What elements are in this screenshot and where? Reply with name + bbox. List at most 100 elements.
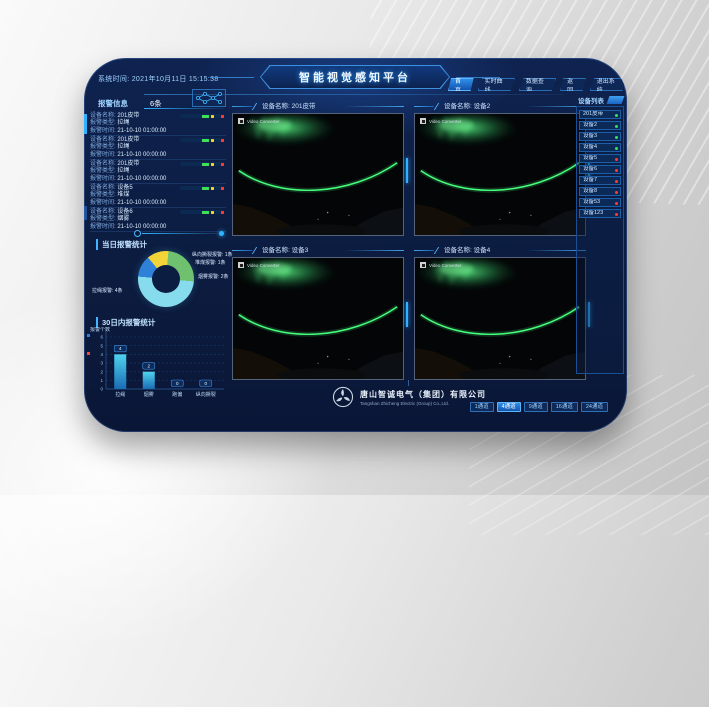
- alarm-timeline-slider[interactable]: [180, 186, 224, 190]
- alarm-time: 21-10-10 00:00:00: [117, 224, 166, 230]
- slider-marker-green: [202, 211, 209, 214]
- watermark-icon: [238, 262, 244, 268]
- nav-button-5[interactable]: 退出系统: [590, 78, 627, 91]
- device-list-item[interactable]: 设备5: [579, 154, 621, 163]
- svg-text:4: 4: [100, 352, 103, 357]
- watermark: Video Converter: [238, 118, 279, 124]
- slider-marker-yellow: [211, 139, 214, 142]
- device-list-item[interactable]: 设备3: [579, 132, 621, 141]
- donut-hole: [152, 265, 180, 293]
- svg-text:拉绳: 拉绳: [115, 391, 125, 398]
- device-list-item[interactable]: 设备123: [579, 209, 621, 218]
- alarm-panel-title: 报警信息: [98, 98, 128, 109]
- alarm-timeline-slider[interactable]: [180, 210, 224, 214]
- alarm-name-label: 设备名称:: [90, 185, 116, 191]
- video-feed[interactable]: Video Converter: [414, 113, 586, 236]
- video-feed[interactable]: Video Converter: [414, 257, 586, 380]
- device-list-tab[interactable]: [607, 96, 625, 104]
- device-list-item[interactable]: 设备53: [579, 198, 621, 207]
- watermark: Video Converter: [420, 118, 461, 124]
- device-list-item[interactable]: 设备2: [579, 121, 621, 130]
- device-name: 设备3: [583, 133, 597, 139]
- alarm-name-label: 设备名称:: [90, 137, 116, 143]
- slash-decoration: [434, 247, 442, 254]
- nav-button-4[interactable]: 返回: [560, 78, 586, 91]
- video-feed[interactable]: Video Converter: [232, 257, 404, 380]
- channel-button-16通道[interactable]: 16通道: [551, 402, 578, 412]
- channel-button-9通道[interactable]: 9通道: [524, 402, 548, 412]
- alarm-entry[interactable]: 设备名称: 201皮带 报警类型: 拉绳 报警时间: 21-10-10 00:0…: [90, 160, 226, 184]
- video-scene: [415, 258, 585, 379]
- donut-label: 纵向撕裂报警: 1条: [192, 251, 233, 258]
- device-list-item[interactable]: 设备6: [579, 165, 621, 174]
- slider-marker-red: [221, 115, 224, 118]
- edge-marker-red: [87, 352, 90, 355]
- slider-marker-red: [221, 211, 224, 214]
- main-nav: 首页实时曲线数据查询返回退出系统: [448, 78, 627, 91]
- device-status-dot: [615, 158, 618, 161]
- alarm-time: 21-10-10 00:00:00: [117, 152, 166, 158]
- alarm-timeline-slider[interactable]: [180, 114, 224, 118]
- slash-decoration: [434, 103, 442, 110]
- company-name-cn: 唐山智诚电气（集团）有限公司: [360, 389, 486, 400]
- alarm-entry[interactable]: 设备名称: 201皮带 报警类型: 拉绳 报警时间: 21-10-10 01:0…: [90, 112, 226, 136]
- alarm-type-label: 报警类型:: [90, 192, 116, 198]
- alarm-header-underline: [144, 108, 224, 109]
- alarm-timeline-slider[interactable]: [180, 162, 224, 166]
- channel-button-24通道[interactable]: 24通道: [581, 402, 608, 412]
- alarm-timeline-slider[interactable]: [180, 138, 224, 142]
- alarm-time-label: 报警时间:: [90, 176, 116, 182]
- alarm-time-label: 报警时间:: [90, 200, 116, 206]
- device-status-dot: [615, 191, 618, 194]
- network-topology-icon[interactable]: [192, 89, 226, 107]
- svg-text:1: 1: [100, 378, 103, 383]
- watermark-icon: [420, 262, 426, 268]
- mockup-background: { "window": { "system_time": "系统时间: 2021…: [0, 0, 709, 495]
- device-name: 设备2: [583, 122, 597, 128]
- device-name: 设备123: [583, 210, 603, 216]
- alarm-entry[interactable]: 设备名称: 201皮带 报警类型: 拉绳 报警时间: 21-10-10 00:0…: [90, 136, 226, 160]
- alarm-time: 21-10-10 00:00:00: [117, 200, 166, 206]
- video-panel[interactable]: 设备名称: 设备2 Video Converter: [412, 100, 588, 238]
- alarm-entry[interactable]: 设备名称: 设备5 报警类型: 堆煤 报警时间: 21-10-10 00:00:…: [90, 184, 226, 208]
- nav-button-2[interactable]: 实时曲线: [478, 78, 515, 91]
- device-list-item[interactable]: 设备4: [579, 143, 621, 152]
- device-list-item[interactable]: 设备8: [579, 187, 621, 196]
- alarm-time: 21-10-10 01:00:00: [117, 128, 166, 134]
- video-feed[interactable]: Video Converter: [232, 113, 404, 236]
- alarm-list: 设备名称: 201皮带 报警类型: 拉绳 报警时间: 21-10-10 01:0…: [90, 112, 226, 232]
- video-panel[interactable]: 设备名称: 设备4 Video Converter: [412, 244, 588, 382]
- alarm-type: 拉绳: [117, 168, 129, 174]
- device-name: 设备5: [583, 155, 597, 161]
- svg-text:跑偏: 跑偏: [172, 391, 182, 398]
- nav-button-3[interactable]: 数据查询: [519, 78, 556, 91]
- molecule-icon: [194, 91, 224, 105]
- alarm-entry[interactable]: 设备名称: 设备6 报警类型: 烟雾 报警时间: 21-10-10 00:00:…: [90, 208, 226, 232]
- device-status-dot: [615, 213, 618, 216]
- alarm-device-name: 201皮带: [117, 137, 139, 143]
- channel-button-1通道[interactable]: 1通道: [470, 402, 494, 412]
- video-panel[interactable]: 设备名称: 201皮带 Video Converter: [230, 100, 406, 238]
- decorative-ring: [134, 230, 141, 237]
- video-grid: 设备名称: 201皮带 Video Converter: [230, 100, 588, 382]
- title-frame-inner: 智能视觉感知平台: [261, 66, 449, 88]
- nav-button-1[interactable]: 首页: [448, 78, 474, 91]
- device-list-item[interactable]: 设备7: [579, 176, 621, 185]
- video-panel[interactable]: 设备名称: 设备3 Video Converter: [230, 244, 406, 382]
- alarm-device-name: 设备6: [117, 209, 132, 215]
- slider-marker-yellow: [211, 115, 214, 118]
- video-scene: [233, 258, 403, 379]
- svg-text:纵向撕裂: 纵向撕裂: [196, 391, 216, 398]
- device-list-item[interactable]: 201皮带: [579, 110, 621, 119]
- alarm-name-label: 设备名称:: [90, 161, 116, 167]
- slider-marker-green: [202, 115, 209, 118]
- alarm-time-label: 报警时间:: [90, 224, 116, 230]
- video-scene: [233, 114, 403, 235]
- svg-text:6: 6: [100, 335, 103, 340]
- channel-button-4通道[interactable]: 4通道: [497, 402, 521, 412]
- edge-accent: [84, 206, 87, 220]
- monthly-alarm-bar-chart: 0123456报警个数4拉绳2烟雾0跑偏0纵向撕裂: [88, 327, 226, 405]
- device-name: 设备8: [583, 188, 597, 194]
- donut-label: 堆煤报警: 1条: [195, 259, 226, 266]
- alarm-type: 拉绳: [117, 144, 129, 150]
